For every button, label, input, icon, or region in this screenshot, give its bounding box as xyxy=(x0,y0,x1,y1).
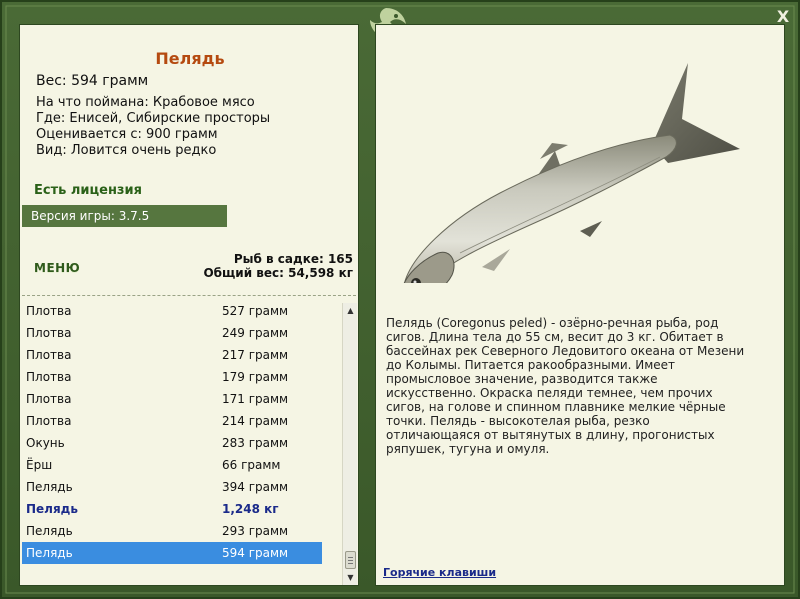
item-name: Плотва xyxy=(26,348,72,362)
grip-line xyxy=(348,563,353,564)
list-scrollbar[interactable]: ▲ ▼ xyxy=(342,303,357,585)
list-item-selected[interactable]: Пелядь 594 грамм xyxy=(22,542,322,564)
item-name: Плотва xyxy=(26,326,72,340)
item-weight: 527 грамм xyxy=(222,304,289,318)
catch-stats: Рыб в садке: 165 Общий вес: 54,598 кг xyxy=(203,252,353,280)
list-item[interactable]: Плотва 527 грамм xyxy=(22,300,322,322)
version-bar: Версия игры: 3.7.5 xyxy=(22,205,227,227)
item-weight: 394 грамм xyxy=(222,480,289,494)
item-name: Плотва xyxy=(26,304,72,318)
list-item[interactable]: Плотва 179 грамм xyxy=(22,366,322,388)
fish-title: Пелядь xyxy=(155,49,225,68)
item-name: Окунь xyxy=(26,436,65,450)
list-item[interactable]: Плотва 217 грамм xyxy=(22,344,322,366)
fish-details: На что поймана: Крабовое мясо Где: Енисе… xyxy=(36,95,270,159)
grip-line xyxy=(348,557,353,558)
location-line: Где: Енисей, Сибирские просторы xyxy=(36,111,271,126)
list-item[interactable]: Ёрш 66 грамм xyxy=(22,454,322,476)
grip-line xyxy=(348,560,353,561)
item-name: Ёрш xyxy=(26,458,53,472)
item-name: Пелядь xyxy=(26,502,78,516)
list-item[interactable]: Пелядь 293 грамм xyxy=(22,520,322,542)
rated-line: Оценивается с: 900 грамм xyxy=(36,127,218,142)
list-item[interactable]: Плотва 214 грамм xyxy=(22,410,322,432)
list-item-record[interactable]: Пелядь 1,248 кг xyxy=(22,498,322,520)
catch-list[interactable]: Плотва 527 грамм Плотва 249 грамм Плотва 21… xyxy=(22,300,340,584)
item-name: Пелядь xyxy=(26,480,73,494)
scroll-down-icon[interactable]: ▼ xyxy=(343,570,358,585)
item-weight: 283 грамм xyxy=(222,436,289,450)
license-status: Есть лицензия xyxy=(34,183,142,198)
fish-info-panel: Пелядь Вес: 594 грамм На что поймана: Кр… xyxy=(19,24,359,586)
item-weight: 594 грамм xyxy=(222,546,289,560)
fish-description: Пелядь (Coregonus peled) - озёрно-речная… xyxy=(386,316,745,456)
hotkeys-link[interactable]: Горячие клавиши xyxy=(383,566,496,579)
item-name: Плотва xyxy=(26,414,72,428)
item-weight: 293 грамм xyxy=(222,524,289,538)
item-name: Пелядь xyxy=(26,524,73,538)
item-name: Плотва xyxy=(26,370,72,384)
item-weight: 66 грамм xyxy=(222,458,281,472)
list-item[interactable]: Плотва 171 грамм xyxy=(22,388,322,410)
item-weight: 171 грамм xyxy=(222,392,289,406)
fish-detail-panel: Пелядь (Coregonus peled) - озёрно-речная… xyxy=(375,24,785,586)
list-item[interactable]: Пелядь 394 грамм xyxy=(22,476,322,498)
total-weight: Общий вес: 54,598 кг xyxy=(203,266,353,280)
scroll-up-icon[interactable]: ▲ xyxy=(343,303,358,318)
menu-button[interactable]: МЕНЮ xyxy=(34,261,80,275)
item-weight: 214 грамм xyxy=(222,414,289,428)
fish-image xyxy=(403,63,740,283)
item-weight: 1,248 кг xyxy=(222,502,279,516)
fish-weight: Вес: 594 грамм xyxy=(36,73,149,89)
item-name: Пелядь xyxy=(26,546,73,560)
item-weight: 217 грамм xyxy=(222,348,289,362)
list-item[interactable]: Плотва 249 грамм xyxy=(22,322,322,344)
scroll-thumb[interactable] xyxy=(345,551,356,569)
fish-count: Рыб в садке: 165 xyxy=(233,252,353,266)
list-item[interactable]: Окунь 283 грамм xyxy=(22,432,322,454)
item-weight: 179 грамм xyxy=(222,370,289,384)
divider xyxy=(22,295,356,296)
rarity-line: Вид: Ловится очень редко xyxy=(36,143,217,158)
item-name: Плотва xyxy=(26,392,72,406)
item-weight: 249 грамм xyxy=(222,326,289,340)
bait-line: На что поймана: Крабовое мясо xyxy=(36,95,255,110)
